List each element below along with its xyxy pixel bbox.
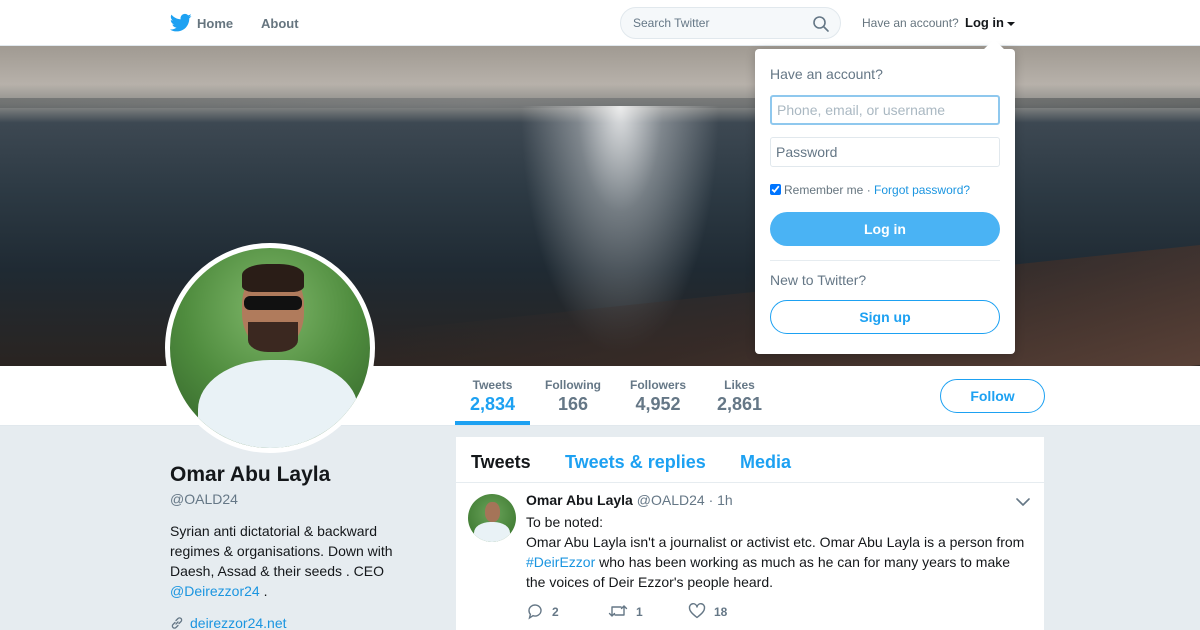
avatar-hair	[242, 264, 304, 292]
follow-button[interactable]: Follow	[940, 379, 1045, 413]
stat-label: Likes	[724, 378, 755, 392]
profile-url: deirezzor24.net	[170, 615, 287, 630]
username-field[interactable]	[770, 95, 1000, 125]
tweet-text-after: who has been working as much as he can f…	[526, 554, 1011, 590]
forgot-password-link[interactable]: Forgot password?	[874, 183, 970, 197]
hashtag-link[interactable]: #DeirEzzor	[526, 554, 595, 570]
remember-separator: ·	[866, 183, 871, 197]
stat-value: 166	[557, 394, 589, 414]
reply-icon	[528, 604, 542, 620]
timeline: Tweets Tweets & replies Media Omar Abu L…	[456, 437, 1044, 630]
retweet-icon	[608, 605, 628, 617]
stat-label: Tweets	[472, 378, 513, 392]
login-dropdown: Have an account? Remember me · Forgot pa…	[755, 39, 1015, 354]
reply-button[interactable]: 2	[526, 602, 559, 620]
stat-value: 2,834	[470, 394, 516, 414]
avatar-beard	[248, 322, 298, 352]
link-icon	[171, 617, 183, 629]
search-icon[interactable]	[812, 15, 830, 33]
profile-handle[interactable]: @OALD24	[170, 491, 238, 507]
login-toggle-label: Log in	[965, 15, 1004, 30]
active-stat-underline	[455, 421, 530, 425]
remember-me-checkbox[interactable]	[770, 184, 781, 195]
dropdown-title: Have an account?	[770, 66, 883, 82]
stat-followers[interactable]: Followers 4,952	[630, 378, 686, 415]
tweet-avatar[interactable]	[468, 494, 516, 542]
tweet-text-paragraph: Omar Abu Layla isn't a journalist or act…	[526, 532, 1026, 592]
tweet-timestamp[interactable]: 1h	[717, 492, 733, 508]
new-to-twitter-text: New to Twitter?	[770, 272, 867, 288]
retweet-button[interactable]: 1	[608, 602, 643, 620]
profile-avatar[interactable]	[165, 243, 375, 453]
tweet-text: To be noted: Omar Abu Layla isn't a jour…	[526, 512, 1026, 592]
nav-home-link[interactable]: Home	[197, 16, 233, 31]
tweet-actions: 2 1 18	[526, 602, 826, 622]
have-account-text: Have an account?	[862, 16, 959, 30]
profile-url-link[interactable]: deirezzor24.net	[190, 615, 287, 630]
tab-media[interactable]: Media	[740, 452, 791, 473]
tweet-avatar-shirt	[474, 522, 510, 542]
search-box	[620, 7, 841, 39]
profile-name[interactable]: Omar Abu Layla	[170, 463, 330, 487]
login-button[interactable]: Log in	[770, 212, 1000, 246]
tweet-author-handle[interactable]: @OALD24	[637, 492, 705, 508]
bio-mention-link[interactable]: @Deirezzor24	[170, 583, 260, 599]
password-field[interactable]	[770, 137, 1000, 167]
tweet-dot-separator: ·	[708, 492, 714, 508]
signup-button[interactable]: Sign up	[770, 300, 1000, 334]
remember-me-label[interactable]: Remember me	[784, 183, 863, 197]
remember-me-row: Remember me · Forgot password?	[770, 183, 970, 197]
twitter-bird-icon[interactable]	[170, 13, 192, 33]
stat-value: 4,952	[635, 394, 681, 414]
tab-tweets-and-replies[interactable]: Tweets & replies	[565, 452, 706, 473]
retweet-count: 1	[636, 605, 643, 619]
stat-value: 2,861	[717, 394, 763, 414]
stat-tweets[interactable]: Tweets 2,834	[470, 378, 515, 415]
caret-down-icon	[1007, 21, 1015, 26]
avatar-sunglasses	[244, 296, 302, 310]
tab-tweets[interactable]: Tweets	[471, 452, 531, 473]
avatar-shirt	[198, 360, 358, 448]
stat-label: Following	[545, 378, 601, 392]
stat-following[interactable]: Following 166	[545, 378, 601, 415]
reply-count: 2	[552, 605, 559, 619]
search-input[interactable]	[633, 15, 803, 31]
tweet-avatar-head	[485, 502, 500, 522]
tweet-author-name[interactable]: Omar Abu Layla	[526, 492, 633, 508]
profile-bio: Syrian anti dictatorial & backward regim…	[170, 521, 420, 601]
like-count: 18	[714, 605, 728, 619]
chevron-down-icon[interactable]	[1016, 497, 1030, 507]
login-dropdown-toggle[interactable]: Log in	[965, 15, 1015, 30]
nav-about-link[interactable]: About	[261, 16, 299, 31]
stat-label: Followers	[630, 378, 687, 392]
top-navigation: Home About Have an account? Log in	[0, 0, 1200, 46]
timeline-tabs: Tweets Tweets & replies Media	[456, 437, 1044, 483]
tweet-header: Omar Abu Layla @OALD24 · 1h	[526, 492, 733, 508]
tweet-text-before: Omar Abu Layla isn't a journalist or act…	[526, 534, 1025, 550]
dropdown-divider	[770, 260, 1000, 261]
heart-icon	[688, 603, 706, 619]
bio-suffix: .	[259, 583, 268, 599]
stat-likes[interactable]: Likes 2,861	[717, 378, 762, 415]
like-button[interactable]: 18	[688, 602, 727, 620]
tweet-text-line1: To be noted:	[526, 514, 604, 530]
bio-text: Syrian anti dictatorial & backward regim…	[170, 523, 393, 579]
